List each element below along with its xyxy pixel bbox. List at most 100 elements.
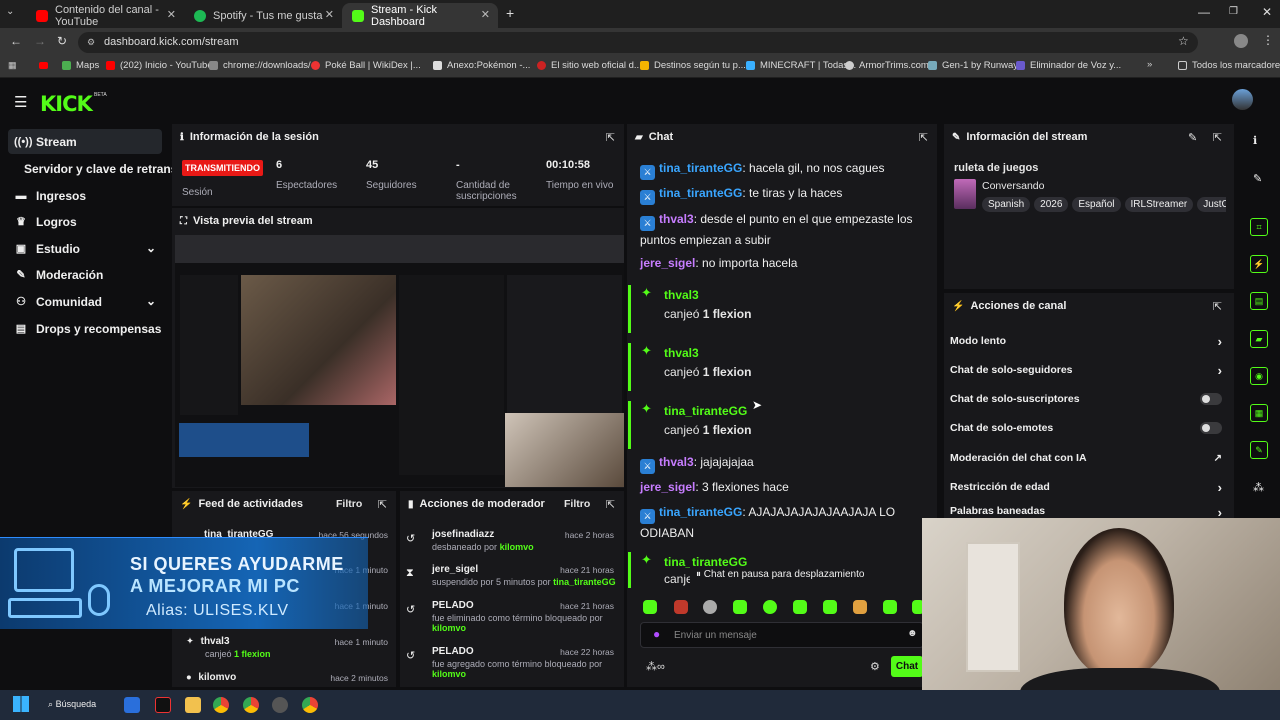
tab-spotify[interactable]: Spotify - Tus me gusta ✕ bbox=[184, 3, 342, 28]
site-info-icon[interactable]: ⚙ bbox=[87, 32, 95, 53]
tag[interactable]: Spanish bbox=[982, 197, 1031, 212]
taskbar-folder-icon[interactable] bbox=[185, 697, 201, 713]
taskbar-app-icon[interactable] bbox=[124, 697, 140, 713]
rail-list-icon[interactable]: ▦ bbox=[1250, 404, 1268, 422]
profile-avatar-icon[interactable] bbox=[1234, 34, 1248, 48]
rail-wrench-icon[interactable]: ✎ bbox=[1250, 441, 1268, 459]
emotes-only-toggle[interactable] bbox=[1200, 422, 1222, 434]
emote-icon[interactable] bbox=[853, 600, 867, 614]
expand-icon[interactable]: ⇱ bbox=[606, 498, 615, 511]
tag[interactable]: 2026 bbox=[1034, 197, 1069, 212]
tag[interactable]: Español bbox=[1072, 197, 1121, 212]
all-bookmarks[interactable]: Todos los marcadores bbox=[1178, 60, 1280, 71]
taskbar-chrome-icon[interactable] bbox=[243, 697, 259, 713]
emote-icon[interactable] bbox=[763, 600, 777, 614]
expand-icon[interactable]: ⇱ bbox=[1213, 300, 1222, 313]
chat-send-button[interactable]: Chat bbox=[891, 656, 923, 677]
rail-nodes-icon[interactable]: ⁂ bbox=[1253, 481, 1264, 494]
rail-chat-icon[interactable]: ▰ bbox=[1250, 330, 1268, 348]
forward-icon[interactable]: → bbox=[34, 34, 46, 48]
emote-icon[interactable] bbox=[674, 600, 688, 614]
action-ai-moderation[interactable]: Moderación del chat con IA ↗ bbox=[950, 447, 1228, 469]
rail-clip-icon[interactable]: ⌗ bbox=[1250, 218, 1268, 236]
emote-icon[interactable] bbox=[793, 600, 807, 614]
rail-doc-icon[interactable]: ▤ bbox=[1250, 292, 1268, 310]
taskbar-app-icon[interactable] bbox=[155, 697, 171, 713]
apps-grid-icon[interactable]: ▦ bbox=[8, 60, 17, 71]
info-icon[interactable]: ℹ bbox=[1253, 134, 1257, 147]
menu-icon[interactable]: ⋮ bbox=[1262, 33, 1274, 47]
bookmark-wikidex[interactable]: Poké Ball | WikiDex |... bbox=[311, 60, 421, 71]
rail-bolt-icon[interactable]: ⚡ bbox=[1250, 255, 1268, 273]
expand-icon[interactable]: ⇱ bbox=[1213, 131, 1222, 144]
action-slow-mode[interactable]: Modo lento › bbox=[950, 330, 1228, 352]
more-bookmarks-icon[interactable]: » bbox=[1147, 59, 1152, 70]
close-tab-icon[interactable]: ✕ bbox=[325, 8, 334, 21]
action-age-restriction[interactable]: Restricción de edad › bbox=[950, 476, 1228, 498]
taskbar-search[interactable]: ⌕ Búsqueda bbox=[48, 696, 96, 712]
new-tab-icon[interactable]: + bbox=[506, 5, 514, 21]
sidebar-item-estudio[interactable]: ▣ Estudio ⌄ bbox=[8, 236, 162, 261]
points-icon[interactable]: ⁂∞ bbox=[646, 660, 665, 673]
hamburger-menu-icon[interactable]: ☰ bbox=[14, 93, 27, 111]
chevron-down-icon[interactable]: ⌄ bbox=[146, 241, 156, 255]
windows-start-icon[interactable] bbox=[13, 696, 29, 712]
subs-only-toggle[interactable] bbox=[1200, 393, 1222, 405]
sidebar-item-server-key[interactable]: Servidor y clave de retransmisión bbox=[18, 156, 172, 181]
bookmark-downloads[interactable]: chrome://downloads/ bbox=[209, 60, 311, 71]
action-banned-words[interactable]: Palabras baneadas › bbox=[950, 505, 1228, 519]
reload-icon[interactable]: ↻ bbox=[57, 34, 67, 48]
bookmark-star-icon[interactable]: ☆ bbox=[1178, 34, 1189, 48]
back-icon[interactable]: ← bbox=[10, 34, 22, 48]
bookmark-youtube-home[interactable]: (202) Inicio - YouTube bbox=[106, 60, 213, 71]
bookmark-anexo[interactable]: Anexo:Pokémon -... bbox=[433, 60, 530, 71]
expand-icon[interactable]: ⇱ bbox=[919, 131, 928, 144]
tab-youtube[interactable]: Contenido del canal - YouTube ✕ bbox=[26, 3, 184, 28]
stream-preview-video[interactable] bbox=[175, 235, 624, 487]
sidebar-item-comunidad[interactable]: ⚇ Comunidad ⌄ bbox=[8, 289, 162, 314]
emote-icon[interactable] bbox=[883, 600, 897, 614]
tab-kick[interactable]: Stream - Kick Dashboard ✕ bbox=[342, 3, 498, 28]
bookmark-youtube-icon[interactable] bbox=[39, 62, 48, 69]
bookmark-armortrims[interactable]: ArmorTrims.com bbox=[845, 60, 929, 71]
tag[interactable]: JustC bbox=[1197, 197, 1226, 212]
bookmark-eliminador[interactable]: Eliminador de Voz y... bbox=[1016, 60, 1121, 71]
restore-icon[interactable]: ❐ bbox=[1229, 6, 1238, 17]
chat-settings-icon[interactable]: ⚙ bbox=[870, 660, 880, 673]
bookmark-sitio[interactable]: El sitio web oficial d... bbox=[537, 60, 642, 71]
emote-icon[interactable] bbox=[643, 600, 657, 614]
bookmark-runway[interactable]: Gen-1 by Runway bbox=[928, 60, 1018, 71]
chevron-down-icon[interactable]: ⌄ bbox=[146, 294, 156, 308]
expand-icon[interactable]: ⇱ bbox=[606, 131, 615, 144]
close-tab-icon[interactable]: ✕ bbox=[481, 8, 490, 21]
activity-filter[interactable]: Filtro bbox=[336, 498, 362, 510]
sidebar-item-ingresos[interactable]: ▬ Ingresos bbox=[8, 183, 162, 208]
close-window-icon[interactable]: ✕ bbox=[1262, 5, 1272, 19]
edit-pencil-icon[interactable]: ✎ bbox=[1188, 131, 1197, 144]
emote-icon[interactable] bbox=[823, 600, 837, 614]
emoji-icon[interactable]: ☻ bbox=[907, 628, 918, 639]
close-tab-icon[interactable]: ✕ bbox=[167, 8, 176, 21]
bookmark-minecraft[interactable]: MINECRAFT | Todas... bbox=[746, 60, 856, 71]
mod-filter[interactable]: Filtro bbox=[564, 498, 590, 510]
sidebar-item-stream[interactable]: ((•)) Stream bbox=[8, 129, 162, 154]
chat-paused-banner[interactable]: ⏸ Chat en pausa para desplazamiento bbox=[690, 566, 890, 584]
tab-list-icon[interactable]: ⌄ bbox=[6, 6, 14, 17]
edit-icon[interactable]: ✎ bbox=[1253, 172, 1262, 185]
taskbar-app-icon[interactable] bbox=[272, 697, 288, 713]
emote-icon[interactable] bbox=[703, 600, 717, 614]
minimize-icon[interactable]: — bbox=[1198, 5, 1210, 19]
user-avatar[interactable] bbox=[1232, 89, 1253, 110]
rail-broadcast-icon[interactable]: ◉ bbox=[1250, 367, 1268, 385]
emote-icon[interactable] bbox=[733, 600, 747, 614]
taskbar-chrome-icon[interactable] bbox=[213, 697, 229, 713]
kick-logo[interactable]: KICK bbox=[40, 92, 93, 116]
taskbar-chrome-icon[interactable] bbox=[302, 697, 318, 713]
action-followers-only[interactable]: Chat de solo-seguidores › bbox=[950, 359, 1228, 381]
bookmark-destinos[interactable]: Destinos según tu p... bbox=[640, 60, 746, 71]
expand-icon[interactable]: ⇱ bbox=[378, 498, 387, 511]
chat-input[interactable]: ● Enviar un mensaje ☻ bbox=[640, 622, 924, 648]
tag[interactable]: IRLStreamer bbox=[1124, 197, 1194, 212]
sidebar-item-moderacion[interactable]: ✎ Moderación bbox=[8, 262, 162, 287]
sidebar-item-drops[interactable]: ▤ Drops y recompensas bbox=[8, 316, 162, 341]
